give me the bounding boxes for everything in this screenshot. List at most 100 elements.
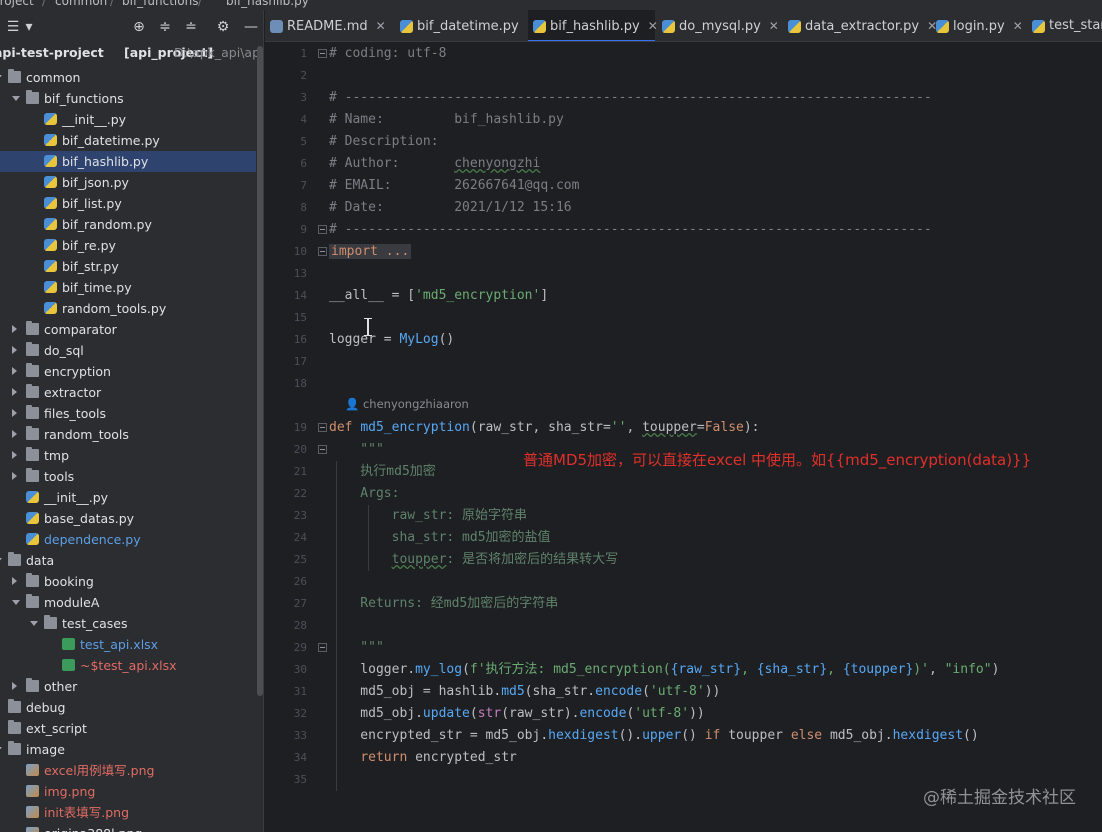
- chevron-down-icon[interactable]: [12, 600, 20, 605]
- fold-icon[interactable]: [318, 643, 327, 652]
- tree-item[interactable]: excel用例填写.png: [0, 760, 256, 781]
- tree-item[interactable]: origina388l.png: [0, 823, 256, 832]
- tree-item[interactable]: bif_json.py: [0, 172, 256, 193]
- tree-item[interactable]: random_tools.py: [0, 298, 256, 319]
- chevron-right-icon[interactable]: [12, 451, 17, 459]
- tree-item[interactable]: ~$test_api.xlsx: [0, 655, 256, 676]
- chevron-down-icon[interactable]: [12, 96, 20, 101]
- tree-item[interactable]: bif_str.py: [0, 256, 256, 277]
- tree-item[interactable]: comparator: [0, 319, 256, 340]
- tree-item[interactable]: __init__.py: [0, 109, 256, 130]
- tree-item[interactable]: data: [0, 550, 256, 571]
- tree-item[interactable]: common: [0, 67, 256, 88]
- tree-item[interactable]: base_datas.py: [0, 508, 256, 529]
- code-line-5: # Description:: [329, 134, 439, 149]
- chevron-right-icon[interactable]: [12, 388, 17, 396]
- code-line-22: Args:: [329, 486, 400, 501]
- tree-item[interactable]: extractor: [0, 382, 256, 403]
- tree-item[interactable]: bif_list.py: [0, 193, 256, 214]
- breadcrumb-item[interactable]: project: [0, 0, 34, 8]
- tree-item[interactable]: debug: [0, 697, 256, 718]
- tree-item[interactable]: bif_hashlib.py: [0, 151, 256, 172]
- tree-item[interactable]: booking: [0, 571, 256, 592]
- chevron-right-icon[interactable]: [12, 430, 17, 438]
- tab-bif-hashlib[interactable]: bif_hashlib.py ✕: [528, 10, 658, 41]
- tab-bif-datetime[interactable]: bif_datetime.py✕: [395, 10, 537, 41]
- fold-icon[interactable]: [318, 225, 327, 234]
- chevron-down-icon[interactable]: ▾: [20, 18, 38, 36]
- image-file-icon: [26, 827, 39, 832]
- python-file-icon: [44, 155, 57, 167]
- tree-item[interactable]: dependence.py: [0, 529, 256, 550]
- chevron-right-icon[interactable]: [12, 346, 17, 354]
- tree-item[interactable]: do_sql: [0, 340, 256, 361]
- breadcrumb-item[interactable]: common: [55, 0, 107, 8]
- tree-item[interactable]: img.png: [0, 781, 256, 802]
- tab-test-stand[interactable]: test_stand: [1027, 10, 1102, 41]
- tree-item[interactable]: encryption: [0, 361, 256, 382]
- chevron-right-icon[interactable]: [12, 367, 17, 375]
- code-line-30: logger.my_log(f'执行方法: md5_encryption({ra…: [329, 662, 1000, 677]
- tree-item[interactable]: tools: [0, 466, 256, 487]
- tree-item[interactable]: image: [0, 739, 256, 760]
- chevron-right-icon[interactable]: [12, 682, 17, 690]
- close-icon[interactable]: ✕: [1013, 19, 1023, 33]
- tree-item-label: test_cases: [62, 616, 128, 631]
- tree-item[interactable]: tmp: [0, 445, 256, 466]
- tree-item[interactable]: bif_re.py: [0, 235, 256, 256]
- breadcrumb-item[interactable]: bif_hashlib.py: [226, 0, 309, 8]
- tree-item-label: bif_hashlib.py: [62, 154, 149, 169]
- tab-do-mysql[interactable]: do_mysql.py ✕: [657, 10, 781, 41]
- expand-all-icon[interactable]: ≑: [156, 18, 174, 36]
- chevron-right-icon[interactable]: [12, 472, 17, 480]
- tree-item[interactable]: test_api.xlsx: [0, 634, 256, 655]
- panel-scrollbar[interactable]: [257, 46, 263, 696]
- gear-icon[interactable]: ⚙: [214, 18, 232, 36]
- tree-item[interactable]: moduleA: [0, 592, 256, 613]
- breadcrumb-item[interactable]: bif_functions: [122, 0, 198, 8]
- fold-icon[interactable]: [318, 49, 327, 58]
- tree-item[interactable]: test_cases: [0, 613, 256, 634]
- folder-icon: [26, 342, 39, 356]
- tree-item[interactable]: random_tools: [0, 424, 256, 445]
- code-line-10[interactable]: import ...: [329, 241, 412, 263]
- locate-file-icon[interactable]: ⊕: [130, 18, 148, 36]
- chevron-down-icon[interactable]: [0, 558, 2, 563]
- chevron-down-icon[interactable]: [0, 75, 2, 80]
- tab-readme[interactable]: README.md ✕: [265, 10, 393, 41]
- close-icon[interactable]: ✕: [769, 19, 779, 33]
- tree-item[interactable]: bif_time.py: [0, 277, 256, 298]
- tree-item[interactable]: bif_datetime.py: [0, 130, 256, 151]
- code-editor[interactable]: 1 2 3 4 5 6 7 8 9 10 13 14 15 16 17 18 19 20 21 22 23 24 25 26 2…: [265, 43, 1102, 832]
- tree-item[interactable]: bif_functions: [0, 88, 256, 109]
- hide-panel-icon[interactable]: —: [242, 18, 260, 36]
- tab-login[interactable]: login.py ✕: [931, 10, 1031, 41]
- fold-icon[interactable]: [318, 445, 327, 454]
- project-root[interactable]: api-test-project [api_project] D:\apk_ap…: [0, 42, 263, 63]
- tree-item[interactable]: other: [0, 676, 256, 697]
- close-icon[interactable]: ✕: [376, 19, 386, 33]
- chevron-down-icon[interactable]: [0, 747, 2, 752]
- tab-data-extractor[interactable]: data_extractor.py ✕: [783, 10, 937, 41]
- python-file-icon: [400, 20, 413, 33]
- author-inlay-hint[interactable]: 👤 chenyongzhiaaron: [345, 397, 469, 411]
- fold-icon[interactable]: [318, 423, 327, 432]
- chevron-right-icon[interactable]: [12, 409, 17, 417]
- line-number: 3: [300, 91, 307, 104]
- collapse-all-icon[interactable]: ≐: [182, 18, 200, 36]
- tree-item-label: __init__.py: [62, 112, 127, 127]
- tree-item-label: bif_functions: [44, 91, 124, 106]
- chevron-right-icon[interactable]: [12, 577, 17, 585]
- tree-item[interactable]: bif_random.py: [0, 214, 256, 235]
- chevron-right-icon[interactable]: [12, 325, 17, 333]
- tree-item[interactable]: ext_script: [0, 718, 256, 739]
- tree-item-label: data: [26, 553, 55, 568]
- tree-item[interactable]: files_tools: [0, 403, 256, 424]
- tree-item[interactable]: __init__.py: [0, 487, 256, 508]
- chevron-down-icon[interactable]: [30, 621, 38, 626]
- code-line-7: # EMAIL: 262667641@qq.com: [329, 178, 580, 193]
- code-line-9: # --------------------------------------…: [329, 222, 932, 237]
- tree-item[interactable]: init表填写.png: [0, 802, 256, 823]
- fold-icon[interactable]: [318, 247, 327, 256]
- python-file-icon: [533, 20, 546, 33]
